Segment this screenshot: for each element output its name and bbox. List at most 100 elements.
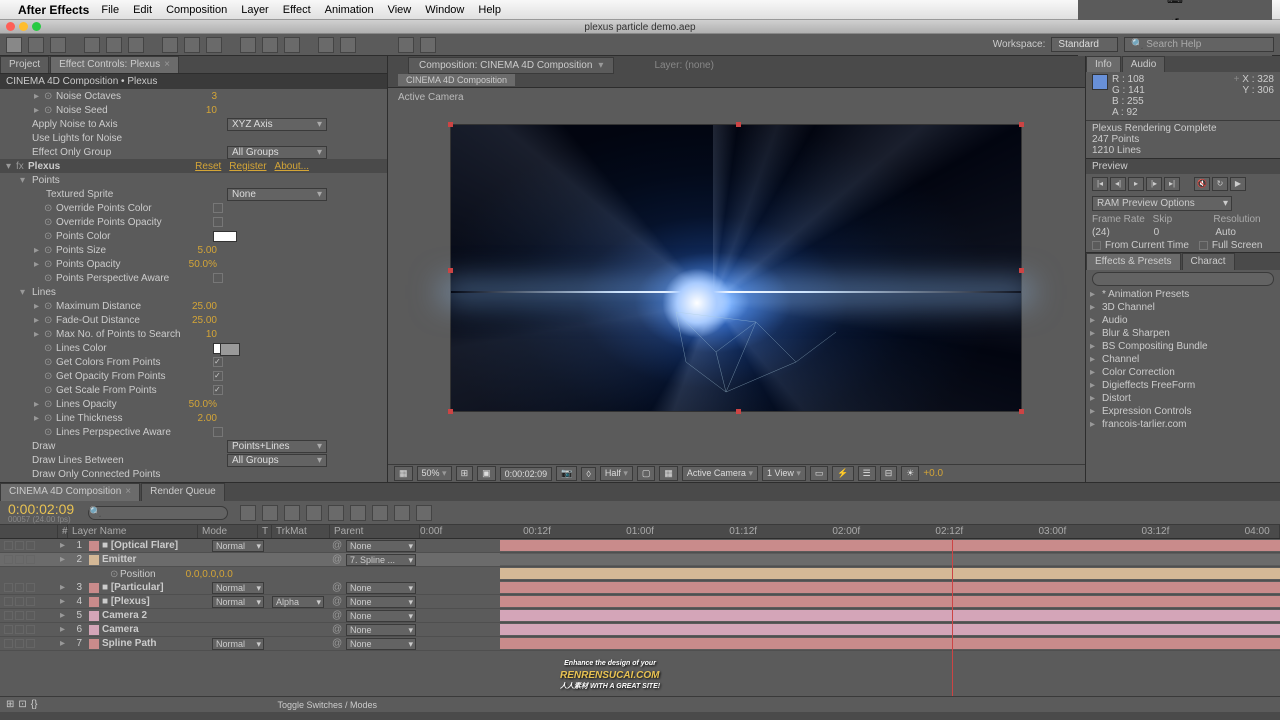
preview-header[interactable]: Preview [1086,158,1280,174]
comp-subtab[interactable]: CINEMA 4D Composition [398,74,515,86]
camera-tool[interactable] [106,37,122,53]
first-frame-button[interactable]: |◂ [1092,177,1108,191]
effect-property[interactable]: ⊙Points Perspective Aware [0,271,387,285]
exposure-reset[interactable]: ☀ [901,466,919,481]
workspace-dropdown[interactable]: Standard [1051,37,1118,52]
toggle-alpha[interactable]: ▦ [394,466,413,481]
effect-property-list[interactable]: ▸⊙Noise Octaves3▸⊙Noise Seed10Apply Nois… [0,89,387,482]
roi-icon[interactable]: ▢ [637,466,656,481]
effect-property[interactable]: ⊙Override Points Opacity [0,215,387,229]
effect-property[interactable]: ▸⊙Max No. of Points to Search10 [0,327,387,341]
effect-property[interactable]: Textured SpriteNone [0,187,387,201]
flowchart-icon[interactable]: ⊟ [880,466,898,481]
menu-composition[interactable]: Composition [166,4,227,16]
effect-property[interactable]: Effect Only GroupAll Groups [0,145,387,159]
eraser-tool[interactable] [284,37,300,53]
timeline-tracks[interactable] [500,539,1280,696]
fullscreen-checkbox[interactable] [1199,241,1208,250]
effect-property[interactable]: ⊙Lines Color [0,341,387,355]
text-tool[interactable] [206,37,222,53]
search-help-input[interactable]: 🔍 Search Help [1124,37,1274,52]
effect-property[interactable]: ▸⊙Noise Seed10 [0,103,387,117]
effect-property[interactable]: Draw Only Connected Points [0,467,387,481]
composition-viewer[interactable]: Active Camera [388,88,1085,464]
effect-property[interactable]: DrawPoints+Lines [0,439,387,453]
effect-property[interactable]: ⊙Get Opacity From Points [0,369,387,383]
menu-file[interactable]: File [101,4,119,16]
minimize-window[interactable] [19,22,28,31]
effects-presets-tab[interactable]: Effects & Presets [1086,253,1181,270]
layer-track[interactable] [500,539,1280,553]
magnification-dropdown[interactable]: 50% [417,466,452,481]
timeline-icon[interactable]: ☰ [858,466,876,481]
layer-track[interactable] [500,637,1280,651]
effect-property[interactable]: ▸⊙Fade-Out Distance25.00 [0,313,387,327]
exposure-value[interactable]: +0.0 [923,468,943,479]
effect-property[interactable]: Render OrderPoints After Lines [0,481,387,482]
render-queue-tab[interactable]: Render Queue [141,483,225,501]
layer-track[interactable] [500,609,1280,623]
fast-preview-icon[interactable]: ⚡ [832,466,853,481]
status-icon[interactable]: ⌨ [1167,0,1183,6]
tl-icon[interactable] [350,505,366,521]
layer-track[interactable] [500,623,1280,637]
effect-property[interactable]: ▸⊙Line Thickness2.00 [0,411,387,425]
tl-icon[interactable] [262,505,278,521]
framerate-dropdown[interactable]: (24) [1092,227,1151,238]
tl-icon[interactable] [372,505,388,521]
layer-track[interactable] [500,567,1280,581]
zoom-window[interactable] [32,22,41,31]
layer-track[interactable] [500,595,1280,609]
audio-tab[interactable]: Audio [1122,56,1166,72]
layer-row[interactable]: ▸3■ [Particular]Normal@None [0,581,500,595]
preset-folder[interactable]: Digieffects FreeForm [1086,379,1280,392]
project-tab[interactable]: Project [0,56,49,73]
layer-tab[interactable]: Layer: (none) [644,58,723,73]
layer-row[interactable]: ▸7Spline PathNormal@None [0,637,500,651]
grid-icon[interactable]: ⊞ [456,466,474,481]
effect-property[interactable]: ▸⊙Points Size5.00 [0,243,387,257]
footer-icon[interactable]: ⊞ [6,699,14,710]
effect-header[interactable]: ▾fxPlexusResetRegisterAbout... [0,159,387,173]
view-dropdown[interactable]: 1 View [762,466,806,481]
layer-row[interactable]: ▸6Camera@None [0,623,500,637]
ram-preview-button[interactable]: ▶ [1230,177,1246,191]
current-time[interactable]: 0:00:02:09 [500,467,553,481]
preset-folder[interactable]: Audio [1086,314,1280,327]
mask-icon[interactable]: ▣ [477,466,496,481]
menu-view[interactable]: View [388,4,412,16]
play-button[interactable]: ▸ [1128,177,1144,191]
timeline-comp-tab[interactable]: CINEMA 4D Composition [0,483,140,501]
layer-track[interactable] [500,581,1280,595]
rect-tool[interactable] [162,37,178,53]
preset-folder[interactable]: Distort [1086,392,1280,405]
preset-folder[interactable]: Expression Controls [1086,405,1280,418]
render-frame[interactable] [450,124,1022,412]
effect-property[interactable]: ⊙Get Scale From Points [0,383,387,397]
prev-frame-button[interactable]: ◂| [1110,177,1126,191]
preset-folder[interactable]: Color Correction [1086,366,1280,379]
footer-icon[interactable]: ⊡ [18,699,26,710]
last-frame-button[interactable]: ▸| [1164,177,1180,191]
tl-icon[interactable] [416,505,432,521]
effect-property[interactable]: ▸⊙Noise Octaves3 [0,89,387,103]
layer-row[interactable]: ▸5Camera 2@None [0,609,500,623]
pan-behind-tool[interactable] [128,37,144,53]
roto-tool[interactable] [318,37,334,53]
effect-property[interactable]: ⊙Get Colors From Points [0,355,387,369]
effect-property[interactable]: ▸⊙Points Opacity50.0% [0,257,387,271]
preset-folder[interactable]: 3D Channel [1086,301,1280,314]
preset-folder[interactable]: Channel [1086,353,1280,366]
camera-dropdown[interactable]: Active Camera [682,466,758,481]
effect-property[interactable]: ▾Points [0,173,387,187]
menu-window[interactable]: Window [425,4,464,16]
layer-row[interactable]: ▸2Emitter@7. Spline ... [0,553,500,567]
skip-dropdown[interactable]: 0 [1154,227,1213,238]
footer-icon[interactable]: {} [31,699,38,710]
loop-button[interactable]: ↻ [1212,177,1228,191]
rotate-tool[interactable] [84,37,100,53]
effect-property[interactable]: ⊙Lines Perpspective Aware [0,425,387,439]
menu-layer[interactable]: Layer [241,4,269,16]
timeline-search[interactable]: 🔍 [88,506,228,520]
character-tab[interactable]: Charact [1182,253,1235,270]
